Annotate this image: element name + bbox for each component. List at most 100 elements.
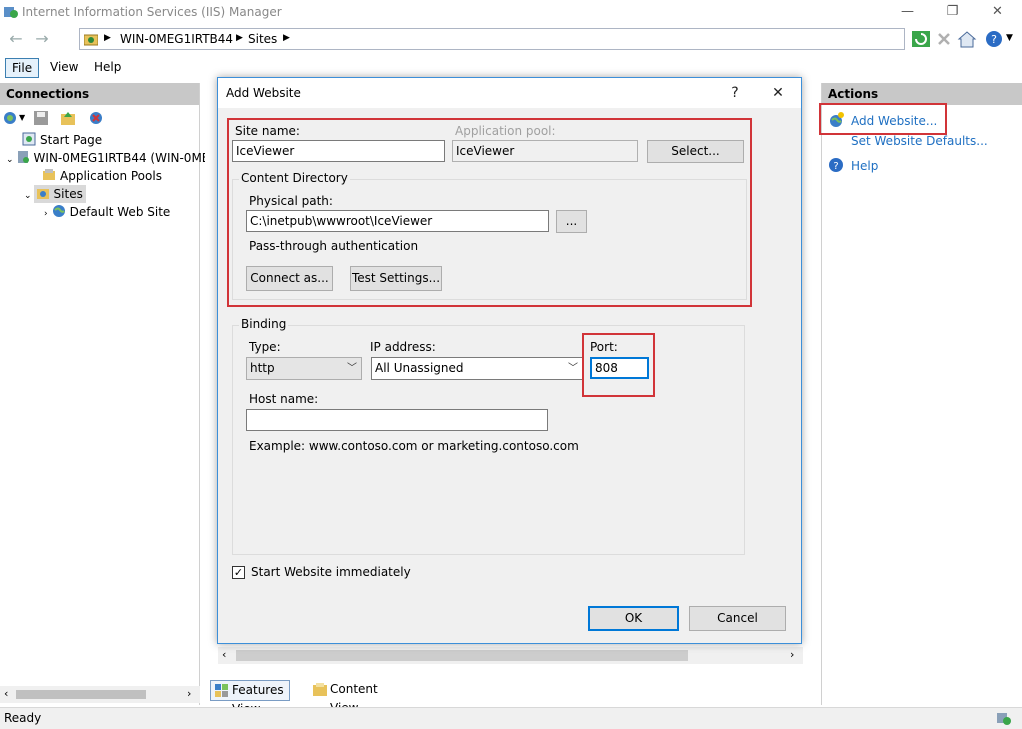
ip-address-select[interactable]: All Unassigned ﹀ xyxy=(371,357,583,380)
sites-folder-icon xyxy=(36,189,49,199)
svg-text:?: ? xyxy=(991,33,997,46)
save-icon[interactable] xyxy=(33,110,49,126)
chevron-down-icon: ﹀ xyxy=(347,363,357,374)
physical-path-input[interactable]: C:\inetpub\wwwroot\IceViewer xyxy=(246,210,549,232)
chevron-right-icon: ▶ xyxy=(236,33,243,43)
dialog-title: Add Website xyxy=(226,86,301,100)
back-button[interactable]: ← xyxy=(4,28,28,50)
menu-view[interactable]: View xyxy=(44,58,84,78)
start-immediately-label: Start Website immediately xyxy=(251,565,411,579)
restore-button[interactable]: ❐ xyxy=(930,0,975,25)
tab-features-view[interactable]: Features View xyxy=(210,680,290,716)
port-input[interactable]: 808 xyxy=(590,357,649,379)
host-name-input[interactable] xyxy=(246,409,548,431)
home-icon[interactable] xyxy=(957,29,977,49)
actions-panel: Actions Add Website... Set Website Defau… xyxy=(819,83,1022,705)
browse-path-button[interactable]: ... xyxy=(556,210,587,233)
help-icon[interactable]: ? xyxy=(828,157,844,173)
application-pools-icon xyxy=(43,169,55,180)
window-title: Internet Information Services (IIS) Mana… xyxy=(22,5,282,19)
host-name-label: Host name: xyxy=(249,392,319,406)
menu-bar: File View Help xyxy=(0,57,1022,79)
add-website-link[interactable]: Add Website... xyxy=(851,114,937,128)
scroll-left-icon[interactable]: ‹ xyxy=(4,687,8,700)
dialog-title-bar: Add Website ? ✕ xyxy=(218,78,801,108)
tree-item-label: Start Page xyxy=(40,133,103,147)
tree-item-label: Sites xyxy=(53,187,83,201)
select-app-pool-button[interactable]: Select... xyxy=(647,140,744,163)
ok-button[interactable]: OK xyxy=(588,606,679,631)
tree-item-default-web-site[interactable]: › Default Web Site xyxy=(44,203,170,221)
start-immediately-checkbox[interactable]: ✓ xyxy=(232,566,245,579)
minimize-button[interactable]: — xyxy=(885,0,930,25)
test-settings-button[interactable]: Test Settings... xyxy=(350,266,442,291)
ip-address-label: IP address: xyxy=(370,340,436,354)
status-text: Ready xyxy=(4,711,42,725)
scroll-left-icon[interactable]: ‹ xyxy=(222,648,226,661)
breadcrumb-segment-sites[interactable]: Sites xyxy=(248,32,277,46)
disconnect-icon[interactable] xyxy=(88,110,104,126)
scrollbar-thumb[interactable] xyxy=(236,650,688,661)
menu-help[interactable]: Help xyxy=(88,58,127,78)
application-pool-label: Application pool: xyxy=(455,124,556,138)
forward-button[interactable]: → xyxy=(30,28,54,50)
breadcrumb[interactable]: ▶ WIN-0MEG1IRTB44 ▶ Sites ▶ xyxy=(79,28,905,50)
server-icon xyxy=(84,34,98,46)
connections-toolbar: ▼ xyxy=(0,107,200,129)
svg-text:?: ? xyxy=(833,161,838,172)
tree-item-sites[interactable]: ⌄ Sites xyxy=(24,185,86,203)
start-page-icon xyxy=(22,132,36,146)
chevron-expanded-icon[interactable]: ⌄ xyxy=(6,155,14,165)
chevron-down-icon[interactable]: ▼ xyxy=(1006,33,1013,43)
chevron-expanded-icon[interactable]: ⌄ xyxy=(24,191,32,201)
pass-through-auth-label: Pass-through authentication xyxy=(249,239,419,253)
dialog-help-button[interactable]: ? xyxy=(715,78,755,108)
host-name-example: Example: www.contoso.com or marketing.co… xyxy=(249,439,579,453)
ip-address-value: All Unassigned xyxy=(375,361,464,375)
connections-panel: Connections ▼ Start Page ⌄ WIN-0MEG1IRTB4… xyxy=(0,83,209,705)
tree-item-application-pools[interactable]: Application Pools xyxy=(42,167,162,185)
cancel-button[interactable]: Cancel xyxy=(689,606,786,631)
connect-as-button[interactable]: Connect as... xyxy=(246,266,333,291)
type-select[interactable]: http ﹀ xyxy=(246,357,362,380)
features-scrollbar[interactable]: ‹ › xyxy=(218,647,803,664)
menu-file[interactable]: File xyxy=(5,58,40,78)
tree-item-label: Default Web Site xyxy=(69,205,171,219)
connections-scrollbar[interactable]: ‹ › xyxy=(0,686,200,703)
add-website-icon[interactable] xyxy=(828,112,844,128)
breadcrumb-segment-server[interactable]: WIN-0MEG1IRTB44 xyxy=(120,32,233,46)
type-value: http xyxy=(250,361,275,375)
help-icon[interactable]: ? xyxy=(984,29,1004,49)
dialog-close-button[interactable]: ✕ xyxy=(758,78,798,108)
website-globe-icon xyxy=(52,205,65,217)
scroll-right-icon[interactable]: › xyxy=(187,687,191,700)
site-name-input[interactable]: IceViewer xyxy=(232,140,445,162)
binding-title: Binding xyxy=(239,317,289,331)
help-link[interactable]: Help xyxy=(851,159,878,173)
close-window-button[interactable]: ✕ xyxy=(975,0,1020,25)
tree-item-start-page[interactable]: Start Page xyxy=(22,131,102,149)
content-view-icon xyxy=(313,683,327,696)
tree-item-server[interactable]: ⌄ WIN-0MEG1IRTB44 (WIN-0ME xyxy=(6,149,209,167)
chevron-right-icon: ▶ xyxy=(104,33,111,43)
connections-header: Connections xyxy=(0,83,199,105)
set-website-defaults-link[interactable]: Set Website Defaults... xyxy=(851,134,988,148)
scroll-right-icon[interactable]: › xyxy=(790,648,794,661)
tree-item-label: WIN-0MEG1IRTB44 (WIN-0ME xyxy=(33,151,210,165)
chevron-down-icon: ﹀ xyxy=(568,363,578,374)
chevron-down-icon[interactable]: ▼ xyxy=(19,113,25,122)
scrollbar-thumb[interactable] xyxy=(16,690,146,699)
port-label: Port: xyxy=(590,340,618,354)
refresh-icon[interactable] xyxy=(911,29,931,49)
actions-header: Actions xyxy=(822,83,1022,105)
title-bar: Internet Information Services (IIS) Mana… xyxy=(0,0,1022,25)
features-view-icon xyxy=(215,684,228,697)
chevron-collapsed-icon[interactable]: › xyxy=(44,209,48,219)
stop-icon[interactable] xyxy=(934,29,954,49)
up-folder-icon[interactable] xyxy=(60,110,76,126)
server-icon xyxy=(17,151,29,163)
chevron-right-icon: ▶ xyxy=(283,33,290,43)
site-name-label: Site name: xyxy=(235,124,300,138)
connect-globe-icon[interactable] xyxy=(3,110,19,126)
tab-content-view[interactable]: Content View xyxy=(309,680,383,715)
